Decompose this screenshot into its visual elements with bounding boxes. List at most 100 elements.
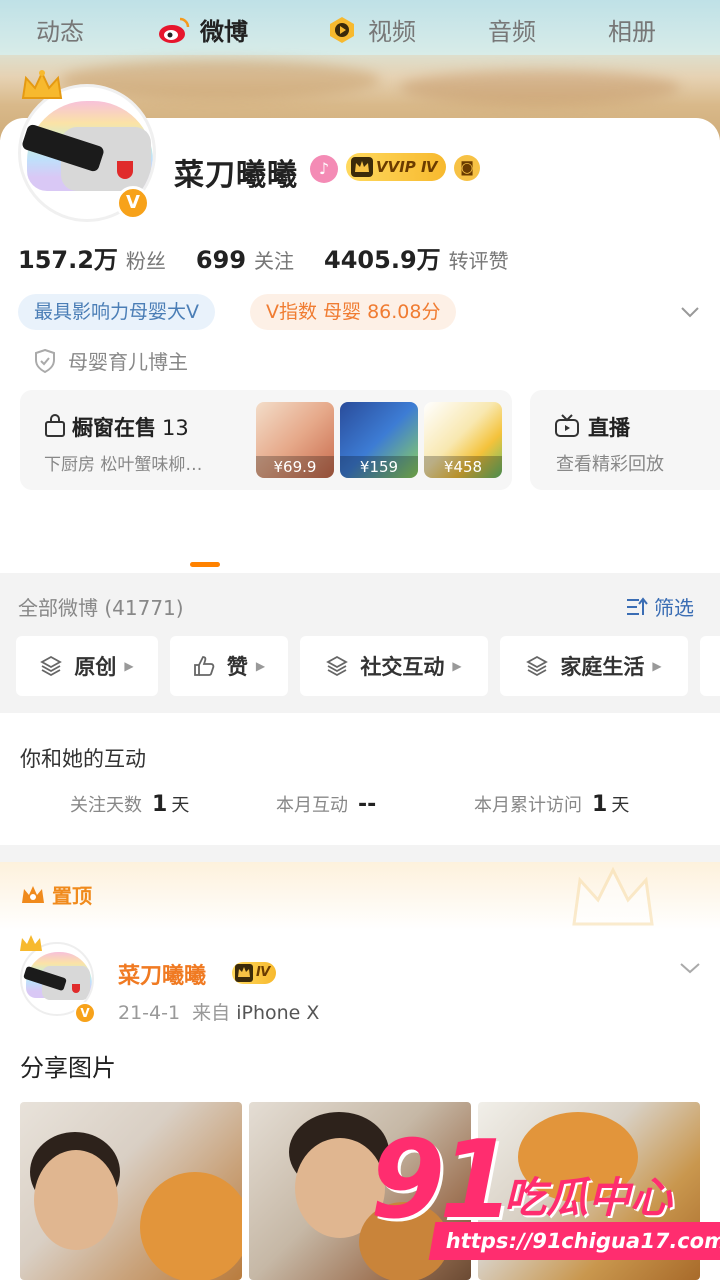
- photo-cat: [140, 1172, 242, 1280]
- shield-icon: [35, 348, 55, 373]
- follow-days-stat: 关注天数 1 天: [70, 791, 189, 817]
- post-vip-badge[interactable]: Ⅳ: [232, 962, 277, 984]
- tab-video[interactable]: 视频: [326, 12, 416, 47]
- avatar-mouth: [117, 161, 133, 179]
- product-price: ¥159: [340, 456, 418, 478]
- chip-arrow-icon: ▶: [452, 659, 462, 673]
- chip-arrow-icon: ▶: [652, 659, 662, 673]
- chip-arrow-icon: ▶: [255, 659, 266, 673]
- profile-name: 菜刀曦曦: [174, 158, 298, 193]
- tab-feed-label: 动态: [36, 18, 84, 46]
- blogger-role: 母婴育儿博主: [68, 350, 188, 374]
- layers-icon: [526, 655, 549, 677]
- crown-icon: [22, 885, 44, 903]
- shop-subtitle: 下厨房 松叶蟹味柳…: [44, 455, 203, 475]
- post-image[interactable]: [20, 1102, 242, 1280]
- chip-likes[interactable]: 赞 ▶: [170, 636, 288, 696]
- live-card[interactable]: 直播 查看精彩回放: [530, 390, 720, 490]
- verified-v-icon: V: [116, 186, 150, 220]
- vvip-label: VVIP Ⅳ: [376, 158, 438, 176]
- chip-more[interactable]: [700, 636, 720, 696]
- stat-key: 关注天数: [70, 795, 142, 816]
- tab-audio[interactable]: 音频: [488, 12, 536, 47]
- shop-title: 橱窗在售 13: [72, 412, 189, 442]
- watermark-name: 吃瓜中心: [504, 1173, 673, 1222]
- filter-icon: [627, 596, 648, 615]
- product-thumbnail[interactable]: ¥159: [340, 402, 418, 478]
- tab-video-label: 视频: [368, 18, 416, 46]
- filter-label: 筛选: [654, 596, 694, 620]
- expand-chevron-icon[interactable]: [678, 300, 702, 324]
- watermark-url: https://91chigua17.com: [428, 1222, 720, 1260]
- post-more-chevron-icon[interactable]: [678, 958, 702, 983]
- interaction-title: 你和她的互动: [20, 747, 146, 771]
- chip-label: 赞: [226, 655, 248, 679]
- monthly-interaction-stat: 本月互动 --: [276, 791, 376, 817]
- active-tab-indicator: [190, 562, 220, 567]
- all-weibo-count: 全部微博 (41771): [18, 596, 184, 620]
- product-price: ¥69.9: [256, 456, 334, 478]
- stat-key: 本月累计访问: [474, 795, 582, 816]
- reposts-likes-count: 4405.9万: [324, 246, 441, 274]
- influence-tag[interactable]: 最具影响力母婴大V: [18, 294, 215, 330]
- tab-weibo-label: 微博: [200, 18, 248, 46]
- tab-album[interactable]: 相册: [608, 12, 656, 47]
- chip-social[interactable]: 社交互动 ▶: [300, 636, 488, 696]
- fan-group-icon[interactable]: ◙: [454, 155, 480, 181]
- product-price: ¥458: [424, 456, 502, 478]
- layers-icon: [326, 655, 349, 677]
- vip-crown-icon: [351, 157, 373, 177]
- post-source: iPhone X: [236, 1002, 320, 1024]
- fans-count[interactable]: 157.2万: [18, 240, 118, 275]
- post-date: 21-4-1: [118, 1002, 181, 1024]
- filter-button[interactable]: 筛选: [626, 592, 694, 621]
- video-icon: [330, 16, 354, 43]
- reposts-likes-label: 转评赞: [448, 249, 509, 273]
- chip-label: 家庭生活: [560, 655, 645, 679]
- chip-family[interactable]: 家庭生活 ▶: [500, 636, 688, 696]
- chip-original[interactable]: 原创 ▶: [16, 636, 158, 696]
- tab-album-label: 相册: [608, 18, 656, 46]
- verified-v-icon: V: [74, 1002, 96, 1024]
- v-index-tag[interactable]: V指数 母婴 86.08分: [250, 294, 457, 330]
- stat-unit: 天: [611, 795, 630, 816]
- weibo-logo-icon: [159, 17, 190, 43]
- watermark-number: 91: [370, 1118, 514, 1243]
- product-thumbnail[interactable]: ¥69.9: [256, 402, 334, 478]
- mom-badge-icon[interactable]: ♪: [310, 155, 338, 183]
- interaction-panel: 你和她的互动 关注天数 1 天 本月互动 -- 本月累计访问 1 天: [0, 713, 720, 845]
- tv-icon: [555, 414, 579, 437]
- chip-label: 原创: [74, 655, 117, 679]
- post-author-name[interactable]: 菜刀曦曦: [118, 958, 206, 990]
- thumbs-up-icon: [193, 656, 215, 676]
- avatar-mouth: [72, 984, 80, 993]
- stat-unit: 天: [171, 795, 190, 816]
- layers-icon: [40, 655, 63, 677]
- vvip-badge[interactable]: VVIP Ⅳ: [346, 153, 446, 181]
- post-from: 来自: [192, 1002, 231, 1024]
- stat-value: 1: [592, 792, 608, 817]
- crown-icon: [21, 70, 63, 99]
- tab-weibo[interactable]: 微博: [158, 12, 248, 47]
- following-count[interactable]: 699: [196, 246, 246, 274]
- pinned-label: 置顶: [20, 880, 92, 909]
- stat-key: 本月互动: [276, 795, 348, 816]
- product-thumbnail[interactable]: ¥458: [424, 402, 502, 478]
- decorative-crown-icon: [572, 866, 654, 926]
- profile-stats: 157.2万 粉丝 699 关注 4405.9万 转评赞: [18, 240, 539, 275]
- shop-title-text: 橱窗在售: [72, 416, 156, 440]
- stat-value: --: [358, 792, 377, 817]
- chip-label: 社交互动: [360, 655, 445, 679]
- crown-icon: [20, 935, 42, 951]
- shop-window-card[interactable]: 橱窗在售 13 下厨房 松叶蟹味柳… ¥69.9 ¥159 ¥458: [20, 390, 512, 490]
- site-watermark: 91 吃瓜中心 https://91chigua17.com: [370, 1118, 720, 1276]
- cover-sand: [400, 70, 680, 105]
- vip-crown-icon: [235, 964, 253, 982]
- blogger-verification[interactable]: 母婴育儿博主: [34, 346, 188, 375]
- following-label[interactable]: 关注: [254, 245, 294, 274]
- shopping-bag-icon: [45, 414, 65, 437]
- chip-arrow-icon: ▶: [124, 659, 134, 673]
- pinned-text: 置顶: [52, 884, 92, 908]
- tab-feed[interactable]: 动态: [36, 12, 84, 47]
- fans-label[interactable]: 粉丝: [126, 245, 166, 274]
